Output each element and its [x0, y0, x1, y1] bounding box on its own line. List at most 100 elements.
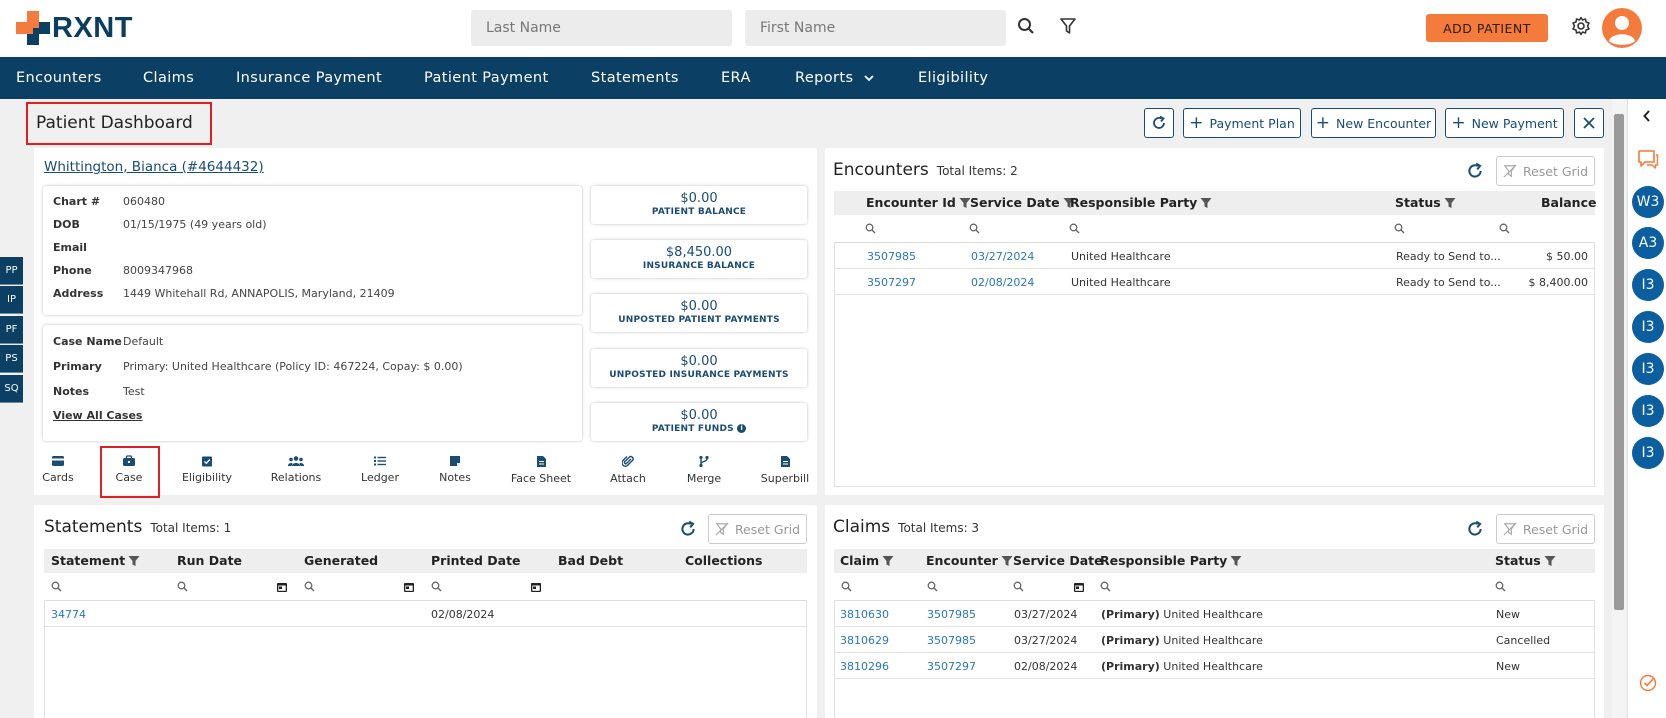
- gear-icon[interactable]: [1571, 16, 1591, 36]
- close-button[interactable]: [1574, 108, 1604, 138]
- calendar-icon[interactable]: [530, 581, 542, 593]
- rail-badge-i3[interactable]: I3: [1632, 311, 1664, 343]
- claims-refresh-icon[interactable]: [1466, 520, 1484, 538]
- side-tab-ps[interactable]: PS: [0, 345, 23, 373]
- statements-reset-grid-button[interactable]: Reset Grid: [708, 514, 807, 544]
- nav-encounters[interactable]: Encounters: [16, 70, 102, 86]
- statements-refresh-icon[interactable]: [679, 520, 697, 538]
- encounter-id-link[interactable]: 3507985: [867, 250, 916, 263]
- info-icon[interactable]: i: [737, 424, 747, 433]
- filter-search-icon[interactable]: [304, 581, 315, 592]
- merge-action[interactable]: Merge: [669, 455, 739, 485]
- encounter-id-link[interactable]: 3507297: [867, 276, 916, 289]
- table-row[interactable]: 3810630 3507985 03/27/2024 (Primary) Uni…: [835, 601, 1594, 627]
- filter-search-icon[interactable]: [1495, 581, 1506, 592]
- side-tab-pf[interactable]: PF: [0, 316, 23, 344]
- nav-reports[interactable]: Reports: [795, 70, 875, 86]
- column-filter-icon[interactable]: [959, 197, 971, 209]
- col-encounter[interactable]: Encounter: [926, 553, 1013, 568]
- col-printed-date[interactable]: Printed Date: [431, 553, 521, 568]
- nav-insurance-payment[interactable]: Insurance Payment: [236, 70, 382, 86]
- rxnt-logo[interactable]: RXNT: [16, 11, 133, 45]
- eligibility-action[interactable]: Eligibility: [172, 455, 242, 484]
- column-filter-icon[interactable]: [1444, 197, 1456, 209]
- side-tab-sq[interactable]: SQ: [0, 375, 23, 403]
- col-encounter-id[interactable]: Encounter Id: [866, 195, 971, 210]
- add-patient-button[interactable]: ADD PATIENT: [1426, 14, 1548, 42]
- col-balance[interactable]: Balance: [1541, 195, 1596, 210]
- payment-plan-button[interactable]: + Payment Plan: [1183, 108, 1301, 138]
- side-tab-pp[interactable]: PP: [0, 257, 23, 285]
- col-collections[interactable]: Collections: [685, 553, 762, 568]
- calendar-icon[interactable]: [276, 581, 288, 593]
- table-row[interactable]: 3507297 02/08/2024 United Healthcare Rea…: [835, 269, 1594, 295]
- case-action[interactable]: Case: [94, 455, 164, 484]
- filter-search-icon[interactable]: [1499, 223, 1510, 234]
- statement-link[interactable]: 34774: [51, 608, 86, 621]
- col-claim[interactable]: Claim: [840, 553, 894, 568]
- side-tab-ip[interactable]: IP: [0, 286, 23, 314]
- table-row[interactable]: 34774 02/08/2024: [45, 601, 806, 627]
- chevron-left-icon[interactable]: [1642, 109, 1652, 123]
- task-check-icon[interactable]: [1639, 674, 1657, 692]
- claim-link[interactable]: 3810629: [840, 634, 889, 647]
- search-icon[interactable]: [1017, 17, 1035, 35]
- service-date-link[interactable]: 02/08/2024: [971, 276, 1034, 289]
- col-claim-responsible-party[interactable]: Responsible Party: [1100, 553, 1242, 568]
- claims-reset-grid-button[interactable]: Reset Grid: [1496, 514, 1595, 544]
- rail-badge-w3[interactable]: W3: [1632, 186, 1664, 218]
- col-status[interactable]: Status: [1395, 195, 1456, 210]
- col-run-date[interactable]: Run Date: [177, 553, 242, 568]
- col-service-date[interactable]: Service Date: [970, 195, 1075, 210]
- face-sheet-action[interactable]: Face Sheet: [506, 455, 576, 485]
- patient-name-link[interactable]: Whittington, Bianca (#4644432): [44, 159, 264, 175]
- filter-search-icon[interactable]: [51, 581, 62, 592]
- col-claim-service-date[interactable]: Service Date: [1013, 553, 1103, 568]
- filter-search-icon[interactable]: [1069, 223, 1080, 234]
- encounter-link[interactable]: 3507297: [927, 660, 976, 673]
- column-filter-icon[interactable]: [882, 555, 894, 567]
- col-statement[interactable]: Statement: [51, 553, 140, 568]
- filter-search-icon[interactable]: [177, 581, 188, 592]
- nav-claims[interactable]: Claims: [143, 70, 194, 86]
- attach-action[interactable]: Attach: [593, 455, 663, 485]
- view-all-cases-link[interactable]: View All Cases: [53, 409, 142, 422]
- col-claim-status[interactable]: Status: [1495, 553, 1556, 568]
- first-name-input[interactable]: [745, 10, 1006, 46]
- filter-search-icon[interactable]: [865, 223, 876, 234]
- filter-search-icon[interactable]: [1100, 581, 1111, 592]
- relations-action[interactable]: Relations: [261, 455, 331, 484]
- refresh-button[interactable]: [1144, 108, 1174, 138]
- new-encounter-button[interactable]: + New Encounter: [1311, 108, 1436, 138]
- col-generated[interactable]: Generated: [304, 553, 378, 568]
- cards-action[interactable]: Cards: [23, 455, 93, 484]
- nav-statements[interactable]: Statements: [591, 70, 679, 86]
- nav-era[interactable]: ERA: [721, 70, 751, 86]
- filter-search-icon[interactable]: [1394, 223, 1405, 234]
- claim-link[interactable]: 3810630: [840, 608, 889, 621]
- notes-action[interactable]: Notes: [420, 455, 490, 484]
- column-filter-icon[interactable]: [1544, 555, 1556, 567]
- column-filter-icon[interactable]: [128, 555, 140, 567]
- filter-search-icon[interactable]: [927, 581, 938, 592]
- column-filter-icon[interactable]: [1001, 555, 1013, 567]
- calendar-icon[interactable]: [1073, 581, 1085, 593]
- col-responsible-party[interactable]: Responsible Party: [1070, 195, 1212, 210]
- last-name-input[interactable]: [471, 10, 732, 46]
- chat-icon[interactable]: [1637, 149, 1659, 169]
- col-bad-debt[interactable]: Bad Debt: [558, 553, 623, 568]
- rail-badge-a3[interactable]: A3: [1632, 227, 1664, 259]
- encounter-link[interactable]: 3507985: [927, 608, 976, 621]
- filter-search-icon[interactable]: [1013, 581, 1024, 592]
- filter-icon[interactable]: [1060, 17, 1076, 35]
- column-filter-icon[interactable]: [1230, 555, 1242, 567]
- table-row[interactable]: 3810296 3507297 02/08/2024 (Primary) Uni…: [835, 653, 1594, 679]
- superbill-action[interactable]: Superbill: [750, 455, 820, 485]
- calendar-icon[interactable]: [403, 581, 415, 593]
- table-row[interactable]: 3507985 03/27/2024 United Healthcare Rea…: [835, 243, 1594, 269]
- service-date-link[interactable]: 03/27/2024: [971, 250, 1034, 263]
- ledger-action[interactable]: Ledger: [345, 455, 415, 484]
- rail-badge-i3[interactable]: I3: [1632, 353, 1664, 385]
- scrollbar-thumb[interactable]: [1614, 114, 1624, 610]
- rail-badge-i3[interactable]: I3: [1632, 395, 1664, 427]
